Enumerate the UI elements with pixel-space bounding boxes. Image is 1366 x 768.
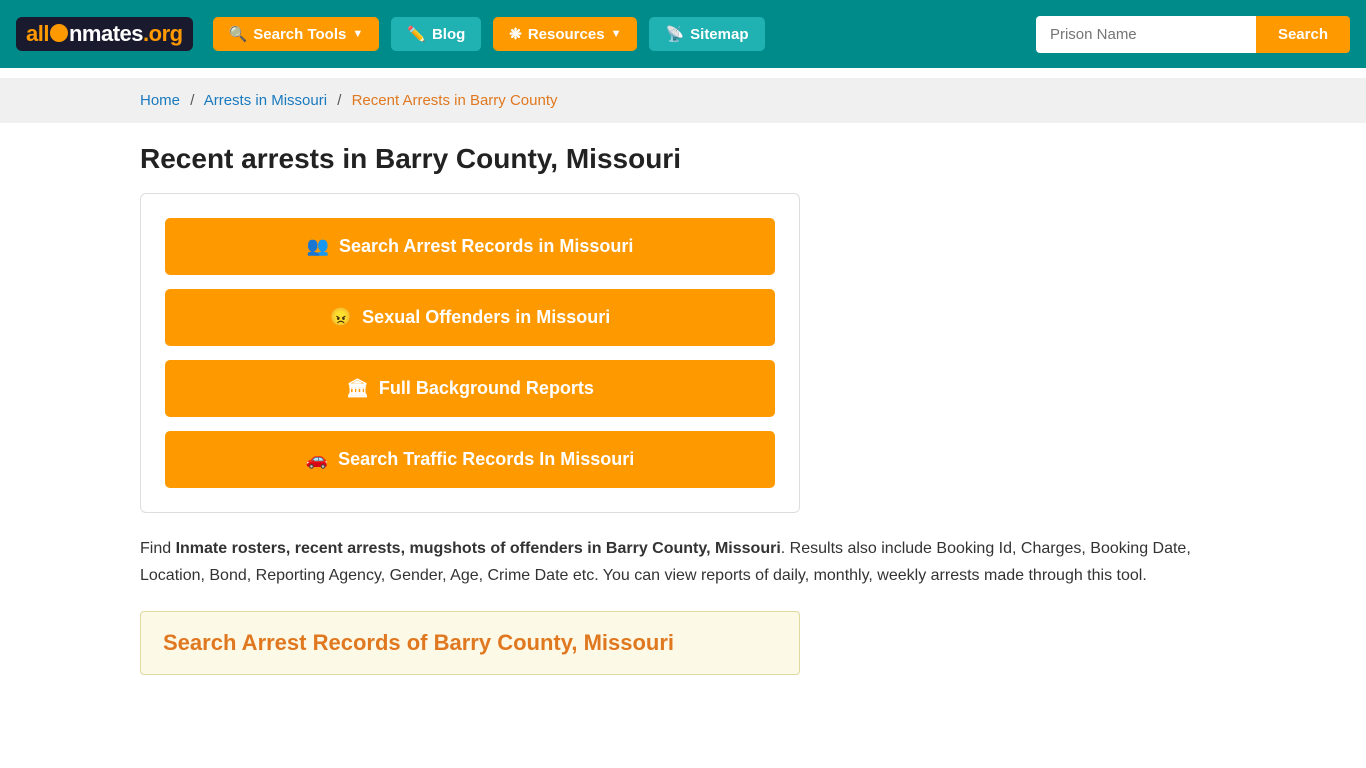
background-reports-icon: 🏛 (346, 378, 369, 399)
breadcrumb-sep-1: / (190, 92, 194, 109)
breadcrumb: Home / Arrests in Missouri / Recent Arre… (0, 78, 1366, 123)
search-tools-icon: 🔍 (229, 25, 248, 43)
traffic-records-icon: 🚗 (306, 449, 328, 470)
nav-sitemap-label: Sitemap (690, 26, 748, 43)
traffic-records-label: Search Traffic Records In Missouri (338, 449, 634, 470)
blog-icon: ✏️ (407, 25, 426, 43)
page-description: Find Inmate rosters, recent arrests, mug… (140, 535, 1226, 589)
background-reports-label: Full Background Reports (379, 378, 594, 399)
breadcrumb-current: Recent Arrests in Barry County (352, 92, 558, 109)
header-search-bar: Search (1036, 16, 1350, 53)
chevron-down-icon: ▼ (352, 28, 363, 40)
search-section-title: Search Arrest Records of Barry County, M… (163, 630, 777, 656)
header-search-label: Search (1278, 26, 1328, 43)
description-prefix: Find (140, 540, 176, 557)
description-highlight: Inmate rosters, recent arrests, mugshots… (176, 540, 781, 557)
sexual-offenders-label: Sexual Offenders in Missouri (362, 307, 610, 328)
nav-blog[interactable]: ✏️ Blog (391, 17, 481, 51)
header-search-button[interactable]: Search (1256, 16, 1350, 53)
nav-search-tools[interactable]: 🔍 Search Tools ▼ (213, 17, 380, 51)
chevron-down-icon-2: ▼ (611, 28, 622, 40)
background-reports-button[interactable]: 🏛 Full Background Reports (165, 360, 775, 417)
breadcrumb-home[interactable]: Home (140, 92, 180, 109)
site-header: allnmates.org 🔍 Search Tools ▼ ✏️ Blog ❋… (0, 0, 1366, 68)
nav-resources-label: Resources (528, 26, 605, 43)
nav-sitemap[interactable]: 📡 Sitemap (649, 17, 764, 51)
prison-name-input[interactable] (1036, 16, 1256, 53)
breadcrumb-sep-2: / (337, 92, 341, 109)
nav-resources[interactable]: ❋ Resources ▼ (493, 17, 637, 51)
sexual-offenders-button[interactable]: 😠 Sexual Offenders in Missouri (165, 289, 775, 346)
search-arrest-records-button[interactable]: 👥 Search Arrest Records in Missouri (165, 218, 775, 275)
nav-search-tools-label: Search Tools (253, 26, 346, 43)
traffic-records-button[interactable]: 🚗 Search Traffic Records In Missouri (165, 431, 775, 488)
search-arrest-records-label: Search Arrest Records in Missouri (339, 236, 633, 257)
breadcrumb-arrests[interactable]: Arrests in Missouri (204, 92, 327, 109)
nav-blog-label: Blog (432, 26, 465, 43)
sexual-offenders-icon: 😠 (330, 307, 352, 328)
site-logo[interactable]: allnmates.org (16, 17, 193, 51)
action-buttons-card: 👥 Search Arrest Records in Missouri 😠 Se… (140, 193, 800, 513)
resources-icon: ❋ (509, 25, 522, 43)
search-section: Search Arrest Records of Barry County, M… (140, 611, 800, 675)
sitemap-icon: 📡 (665, 25, 684, 43)
main-content: Recent arrests in Barry County, Missouri… (0, 123, 1366, 715)
page-title: Recent arrests in Barry County, Missouri (140, 143, 1226, 175)
arrest-records-icon: 👥 (307, 236, 329, 257)
